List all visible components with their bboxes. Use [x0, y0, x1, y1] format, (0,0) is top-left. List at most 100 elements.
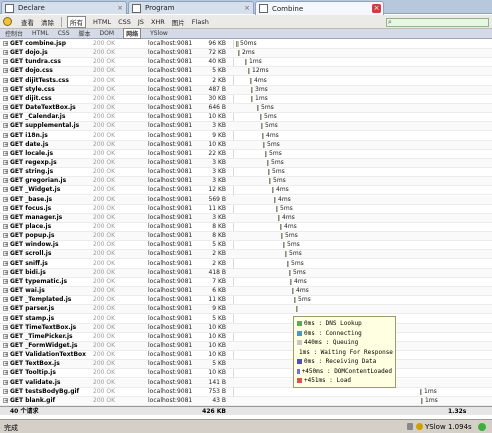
- expand-icon[interactable]: +: [3, 123, 8, 129]
- tab-html[interactable]: HTML: [32, 30, 49, 37]
- request-row[interactable]: + GET testsBodyBg.gif 200 OK localhost:9081…: [0, 388, 492, 397]
- expand-icon[interactable]: +: [3, 297, 8, 303]
- request-row[interactable]: + GET dojo.js 200 OK localhost:9081 72 KB 2ms: [0, 49, 492, 59]
- request-row[interactable]: + GET dijitTests.css 200 OK localhost:9081 2…: [0, 77, 492, 86]
- request-row[interactable]: + GET style.css 200 OK localhost:9081 487 B 3…: [0, 85, 492, 95]
- filter-images[interactable]: 图片: [172, 17, 185, 27]
- tab-combine[interactable]: Combine ×: [255, 1, 384, 15]
- tab-dom[interactable]: DOM: [100, 30, 115, 37]
- expand-icon[interactable]: +: [3, 379, 8, 385]
- expand-icon[interactable]: +: [3, 187, 8, 193]
- request-row[interactable]: + GET supplemental.js 200 OK localhost:9081…: [0, 122, 492, 132]
- expand-icon[interactable]: +: [3, 388, 8, 394]
- expand-icon[interactable]: +: [3, 278, 8, 284]
- expand-icon[interactable]: +: [3, 196, 8, 202]
- expand-icon[interactable]: +: [3, 370, 8, 376]
- expand-icon[interactable]: +: [3, 260, 8, 266]
- search-input[interactable]: ⌕: [386, 18, 489, 27]
- expand-icon[interactable]: +: [3, 169, 8, 175]
- tab-css[interactable]: CSS: [58, 30, 70, 37]
- expand-icon[interactable]: +: [3, 288, 8, 294]
- tab-script[interactable]: 脚本: [79, 29, 91, 38]
- expand-icon[interactable]: +: [3, 352, 8, 358]
- expand-icon[interactable]: +: [3, 141, 8, 147]
- request-row[interactable]: + GET typematic.js 200 OK localhost:9081 7 K…: [0, 278, 492, 287]
- tab-declare[interactable]: Declare ×: [1, 1, 127, 14]
- request-row[interactable]: + GET i18n.js 200 OK localhost:9081 9 KB 4ms: [0, 132, 492, 141]
- close-icon[interactable]: ×: [117, 4, 123, 12]
- expand-icon[interactable]: +: [3, 242, 8, 248]
- tab-yslow[interactable]: YSlow: [150, 30, 168, 37]
- filter-all[interactable]: 所有: [67, 15, 86, 28]
- request-row[interactable]: + GET sniff.js 200 OK localhost:9081 2 KB 5ms: [0, 260, 492, 269]
- inspect-button[interactable]: 查看: [21, 17, 34, 27]
- expand-icon[interactable]: +: [3, 159, 8, 165]
- request-row[interactable]: + GET parser.js 200 OK localhost:9081 9 KB: [0, 305, 492, 315]
- expand-icon[interactable]: +: [3, 41, 8, 47]
- tab-console[interactable]: 控制台: [5, 29, 23, 38]
- request-row[interactable]: + GET TimeTextBox.js 200 OK localhost:9081 1…: [0, 323, 492, 333]
- filter-xhr[interactable]: XHR: [151, 18, 165, 26]
- expand-icon[interactable]: +: [3, 361, 8, 367]
- expand-icon[interactable]: +: [3, 178, 8, 184]
- request-row[interactable]: + GET dijit.css 200 OK localhost:9081 30 KB 1…: [0, 95, 492, 104]
- firebug-status-icon[interactable]: [478, 423, 486, 431]
- close-icon[interactable]: ×: [372, 4, 381, 13]
- expand-icon[interactable]: +: [3, 68, 8, 74]
- filter-html[interactable]: HTML: [93, 18, 111, 26]
- expand-icon[interactable]: +: [3, 306, 8, 312]
- clear-button[interactable]: 清除: [41, 17, 54, 27]
- expand-icon[interactable]: +: [3, 150, 8, 156]
- request-row[interactable]: + GET _Templated.js 200 OK localhost:9081 11…: [0, 296, 492, 306]
- request-row[interactable]: + GET validate.js 200 OK localhost:9081 141 …: [0, 378, 492, 388]
- expand-icon[interactable]: +: [3, 59, 8, 65]
- filter-js[interactable]: JS: [138, 18, 144, 26]
- expand-icon[interactable]: +: [3, 132, 8, 138]
- request-row[interactable]: + GET bidi.js 200 OK localhost:9081 418 B 5ms: [0, 268, 492, 278]
- expand-icon[interactable]: +: [3, 224, 8, 230]
- request-row[interactable]: + GET _Widget.js 200 OK localhost:9081 12 KB…: [0, 186, 492, 196]
- expand-icon[interactable]: +: [3, 342, 8, 348]
- filter-css[interactable]: CSS: [118, 18, 131, 26]
- request-row[interactable]: + GET _base.js 200 OK localhost:9081 569 B 4m…: [0, 195, 492, 205]
- expand-icon[interactable]: +: [3, 205, 8, 211]
- request-row[interactable]: + GET focus.js 200 OK localhost:9081 11 KB 5m…: [0, 205, 492, 214]
- expand-icon[interactable]: +: [3, 95, 8, 101]
- request-row[interactable]: + GET place.js 200 OK localhost:9081 8 KB 4ms: [0, 223, 492, 232]
- expand-icon[interactable]: +: [3, 269, 8, 275]
- request-row[interactable]: + GET tundra.css 200 OK localhost:9081 40 KB…: [0, 58, 492, 68]
- request-row[interactable]: + GET _Calendar.js 200 OK localhost:9081 10 …: [0, 113, 492, 123]
- expand-icon[interactable]: +: [3, 324, 8, 330]
- request-row[interactable]: + GET popup.js 200 OK localhost:9081 8 KB 5ms: [0, 232, 492, 242]
- expand-icon[interactable]: +: [3, 214, 8, 220]
- request-row[interactable]: + GET Tooltip.js 200 OK localhost:9081 10 KB: [0, 369, 492, 379]
- request-row[interactable]: + GET DateTextBox.js 200 OK localhost:9081 6…: [0, 104, 492, 114]
- request-row[interactable]: + GET manager.js 200 OK localhost:9081 3 KB 4…: [0, 213, 492, 223]
- expand-icon[interactable]: +: [3, 50, 8, 56]
- expand-icon[interactable]: +: [3, 233, 8, 239]
- expand-icon[interactable]: +: [3, 86, 8, 92]
- request-row[interactable]: + GET gregorian.js 200 OK localhost:9081 3 K…: [0, 177, 492, 187]
- close-icon[interactable]: ×: [244, 4, 250, 12]
- expand-icon[interactable]: +: [3, 333, 8, 339]
- expand-icon[interactable]: +: [3, 77, 8, 83]
- request-row[interactable]: + GET string.js 200 OK localhost:9081 3 KB 5m…: [0, 168, 492, 178]
- request-row[interactable]: + GET _TimePicker.js 200 OK localhost:9081 1…: [0, 333, 492, 342]
- request-row[interactable]: + GET ValidationTextBox 200 OK localhost:90…: [0, 351, 492, 361]
- request-row[interactable]: + GET scroll.js 200 OK localhost:9081 2 KB 5m…: [0, 250, 492, 260]
- request-row[interactable]: + GET blank.gif 200 OK localhost:9081 43 B 1m…: [0, 396, 492, 406]
- expand-icon[interactable]: +: [3, 315, 8, 321]
- tab-program[interactable]: Program ×: [128, 1, 254, 14]
- expand-icon[interactable]: +: [3, 251, 8, 257]
- expand-icon[interactable]: +: [3, 114, 8, 120]
- request-row[interactable]: + GET TextBox.js 200 OK localhost:9081 5 KB: [0, 360, 492, 370]
- tab-net[interactable]: 网络: [123, 28, 142, 39]
- request-row[interactable]: + GET combine.jsp 200 OK localhost:9081 96 K…: [0, 40, 492, 49]
- yslow-label[interactable]: YSlow: [425, 423, 446, 431]
- request-row[interactable]: + GET stamp.js 200 OK localhost:9081 5 KB: [0, 315, 492, 324]
- expand-icon[interactable]: +: [3, 397, 8, 403]
- filter-flash[interactable]: Flash: [192, 18, 209, 26]
- firebug-icon[interactable]: [3, 17, 12, 26]
- request-row[interactable]: + GET window.js 200 OK localhost:9081 5 KB 5m…: [0, 241, 492, 251]
- request-row[interactable]: + GET date.js 200 OK localhost:9081 10 KB 5ms: [0, 140, 492, 150]
